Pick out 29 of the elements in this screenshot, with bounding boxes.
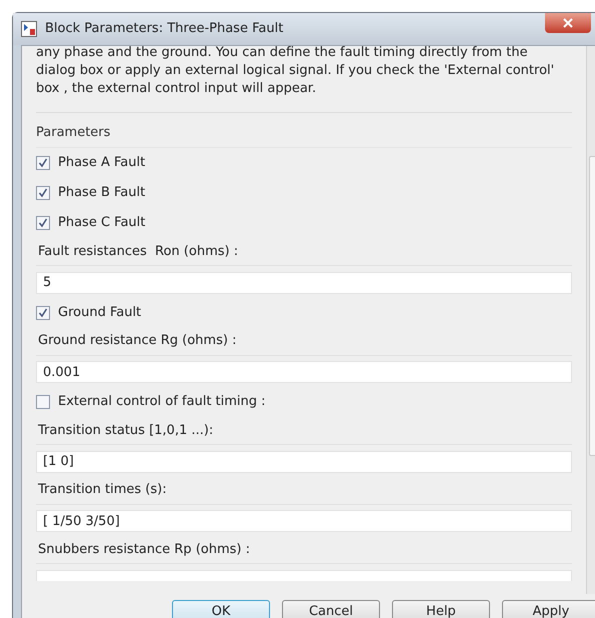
checkbox[interactable] [36,306,50,320]
field-label: Fault resistances Ron (ohms) : [37,242,238,260]
checkbox-label[interactable]: External control of fault timing : [58,392,266,412]
close-icon [563,18,573,28]
checkbox[interactable] [36,186,50,200]
checkbox[interactable] [36,216,50,230]
dialog-button[interactable]: OK [172,600,270,618]
input-field[interactable]: [1 0] [36,450,572,472]
section-heading: Parameters [36,125,110,140]
field-label: Transition times (s): [37,481,167,499]
checkbox-label[interactable]: Ground Fault [58,302,142,322]
field-label: Snubbers resistance Rp (ohms) : [37,540,250,558]
window-title: Block Parameters: Three-Phase Fault [45,20,284,38]
checkbox-label[interactable]: Phase C Fault [58,213,146,233]
description-text: any phase and the ground. You can define the fault timing directly from the dialog box or apply an external logical signal. If you check the 'External control' box , the external control input will appear. [36,46,556,98]
input-field[interactable]: 0.001 [36,361,572,383]
close-button[interactable] [545,13,591,33]
app-icon [21,21,37,37]
checkbox-label[interactable]: Phase A Fault [58,153,146,173]
field-label: Transition status [1,0,1 ...): [37,422,214,440]
input-field[interactable]: [ 1/50 3/50] [36,510,572,532]
field-label: Ground resistance Rg (ohms) : [37,332,236,350]
checkbox[interactable] [36,156,50,170]
dialog-button[interactable]: Cancel [282,600,380,618]
checkbox-label[interactable]: Phase B Fault [58,183,146,203]
input-field[interactable]: 5 [36,272,572,294]
dialog-button[interactable]: Apply [502,600,595,618]
dialog-button[interactable]: Help [392,600,490,618]
checkbox[interactable] [36,395,50,409]
